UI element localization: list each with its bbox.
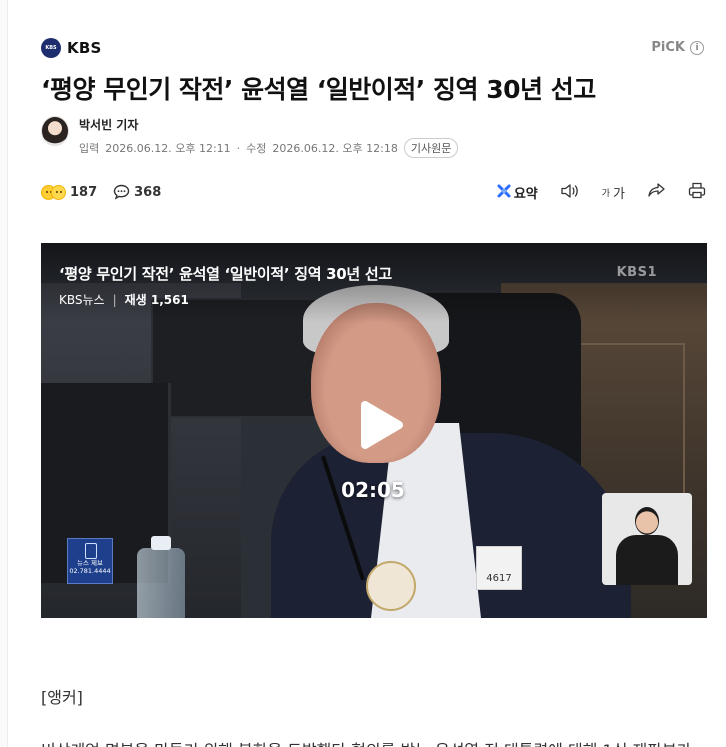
print-icon xyxy=(688,182,706,203)
comment-button[interactable]: 368 xyxy=(113,184,161,200)
summary-icon xyxy=(497,184,511,202)
reaction-emoji-icon xyxy=(41,184,66,200)
video-source: KBS뉴스 xyxy=(59,293,105,307)
font-size-small-label: 가 xyxy=(601,189,611,199)
video-duration: 02:05 xyxy=(341,478,405,502)
video-scene-badge xyxy=(366,561,416,611)
kbs-logo-icon[interactable]: KBS NEWS xyxy=(41,38,61,71)
article-body-first-line: 비상계엄 명분을 만들기 위해 북한을 도발했다 혐의를 받는 윤석열 전 대통… xyxy=(41,737,691,747)
press-header: KBS NEWS KBS xyxy=(41,38,101,71)
video-play-count: 재생 1,561 xyxy=(124,293,189,307)
published-label: 입력 xyxy=(79,142,100,155)
listen-button[interactable] xyxy=(560,183,580,203)
video-meta-separator: | xyxy=(112,292,117,307)
published-date: 2026.06.12. 오후 12:11 xyxy=(105,142,231,155)
news-tip-label: 뉴스 제보 xyxy=(77,559,103,567)
font-size-large-label: 가 xyxy=(613,187,625,202)
left-edge-divider xyxy=(0,0,8,747)
sign-language-interpreter xyxy=(602,493,692,585)
print-button[interactable] xyxy=(688,182,706,203)
reporter-avatar[interactable] xyxy=(41,116,69,146)
modified-date: 2026.06.12. 오후 12:18 xyxy=(272,142,398,155)
comment-count: 368 xyxy=(134,184,162,200)
article-dates: 입력 2026.06.12. 오후 12:11 · 수정 2026.06.12.… xyxy=(79,138,459,158)
summary-label: 요약 xyxy=(513,187,538,202)
emoji-count: 187 xyxy=(70,184,98,200)
pick-badge[interactable]: PiCK i xyxy=(651,40,704,55)
byline: 박서빈 기자 입력 2026.06.12. 오후 12:11 · 수정 2026… xyxy=(41,116,459,158)
speaker-icon xyxy=(560,183,580,203)
article-toolbar: 요약 가가 xyxy=(497,182,706,203)
date-separator: · xyxy=(236,141,241,155)
pick-label: PiCK xyxy=(651,40,685,55)
video-player[interactable]: 4617 ‘평양 무인기 작전’ 윤석열 ‘일반이적’ 징역 30년 선고 KB… xyxy=(41,243,707,618)
video-scene-bottle xyxy=(137,536,185,618)
play-icon xyxy=(361,401,403,449)
channel-logo: KBS1 xyxy=(616,265,657,280)
video-scene-nametag: 4617 xyxy=(476,546,522,590)
anchor-label: [앵커] xyxy=(41,688,83,707)
article-headline: ‘평양 무인기 작전’ 윤석열 ‘일반이적’ 징역 30년 선고 xyxy=(41,75,596,104)
original-article-button[interactable]: 기사원문 xyxy=(403,138,459,158)
reaction-bar: 187 368 xyxy=(41,184,161,200)
news-tip-phone: 02.781.4444 xyxy=(69,567,111,575)
info-icon[interactable]: i xyxy=(690,40,704,55)
emoji-reaction-button[interactable]: 187 xyxy=(41,184,98,200)
modified-label: 수정 xyxy=(246,142,267,155)
play-button[interactable] xyxy=(349,396,407,454)
comment-icon xyxy=(113,184,130,200)
video-meta: KBS뉴스 | 재생 1,561 xyxy=(59,291,189,308)
press-name[interactable]: KBS xyxy=(67,39,101,57)
font-size-button[interactable]: 가가 xyxy=(602,183,625,202)
news-tip-badge: 뉴스 제보 02.781.4444 xyxy=(67,538,113,584)
share-button[interactable] xyxy=(647,182,666,203)
summary-button[interactable]: 요약 xyxy=(497,183,538,202)
video-title: ‘평양 무인기 작전’ 윤석열 ‘일반이적’ 징역 30년 선고 xyxy=(59,265,392,283)
share-icon xyxy=(647,182,666,203)
reporter-name[interactable]: 박서빈 기자 xyxy=(79,116,458,133)
